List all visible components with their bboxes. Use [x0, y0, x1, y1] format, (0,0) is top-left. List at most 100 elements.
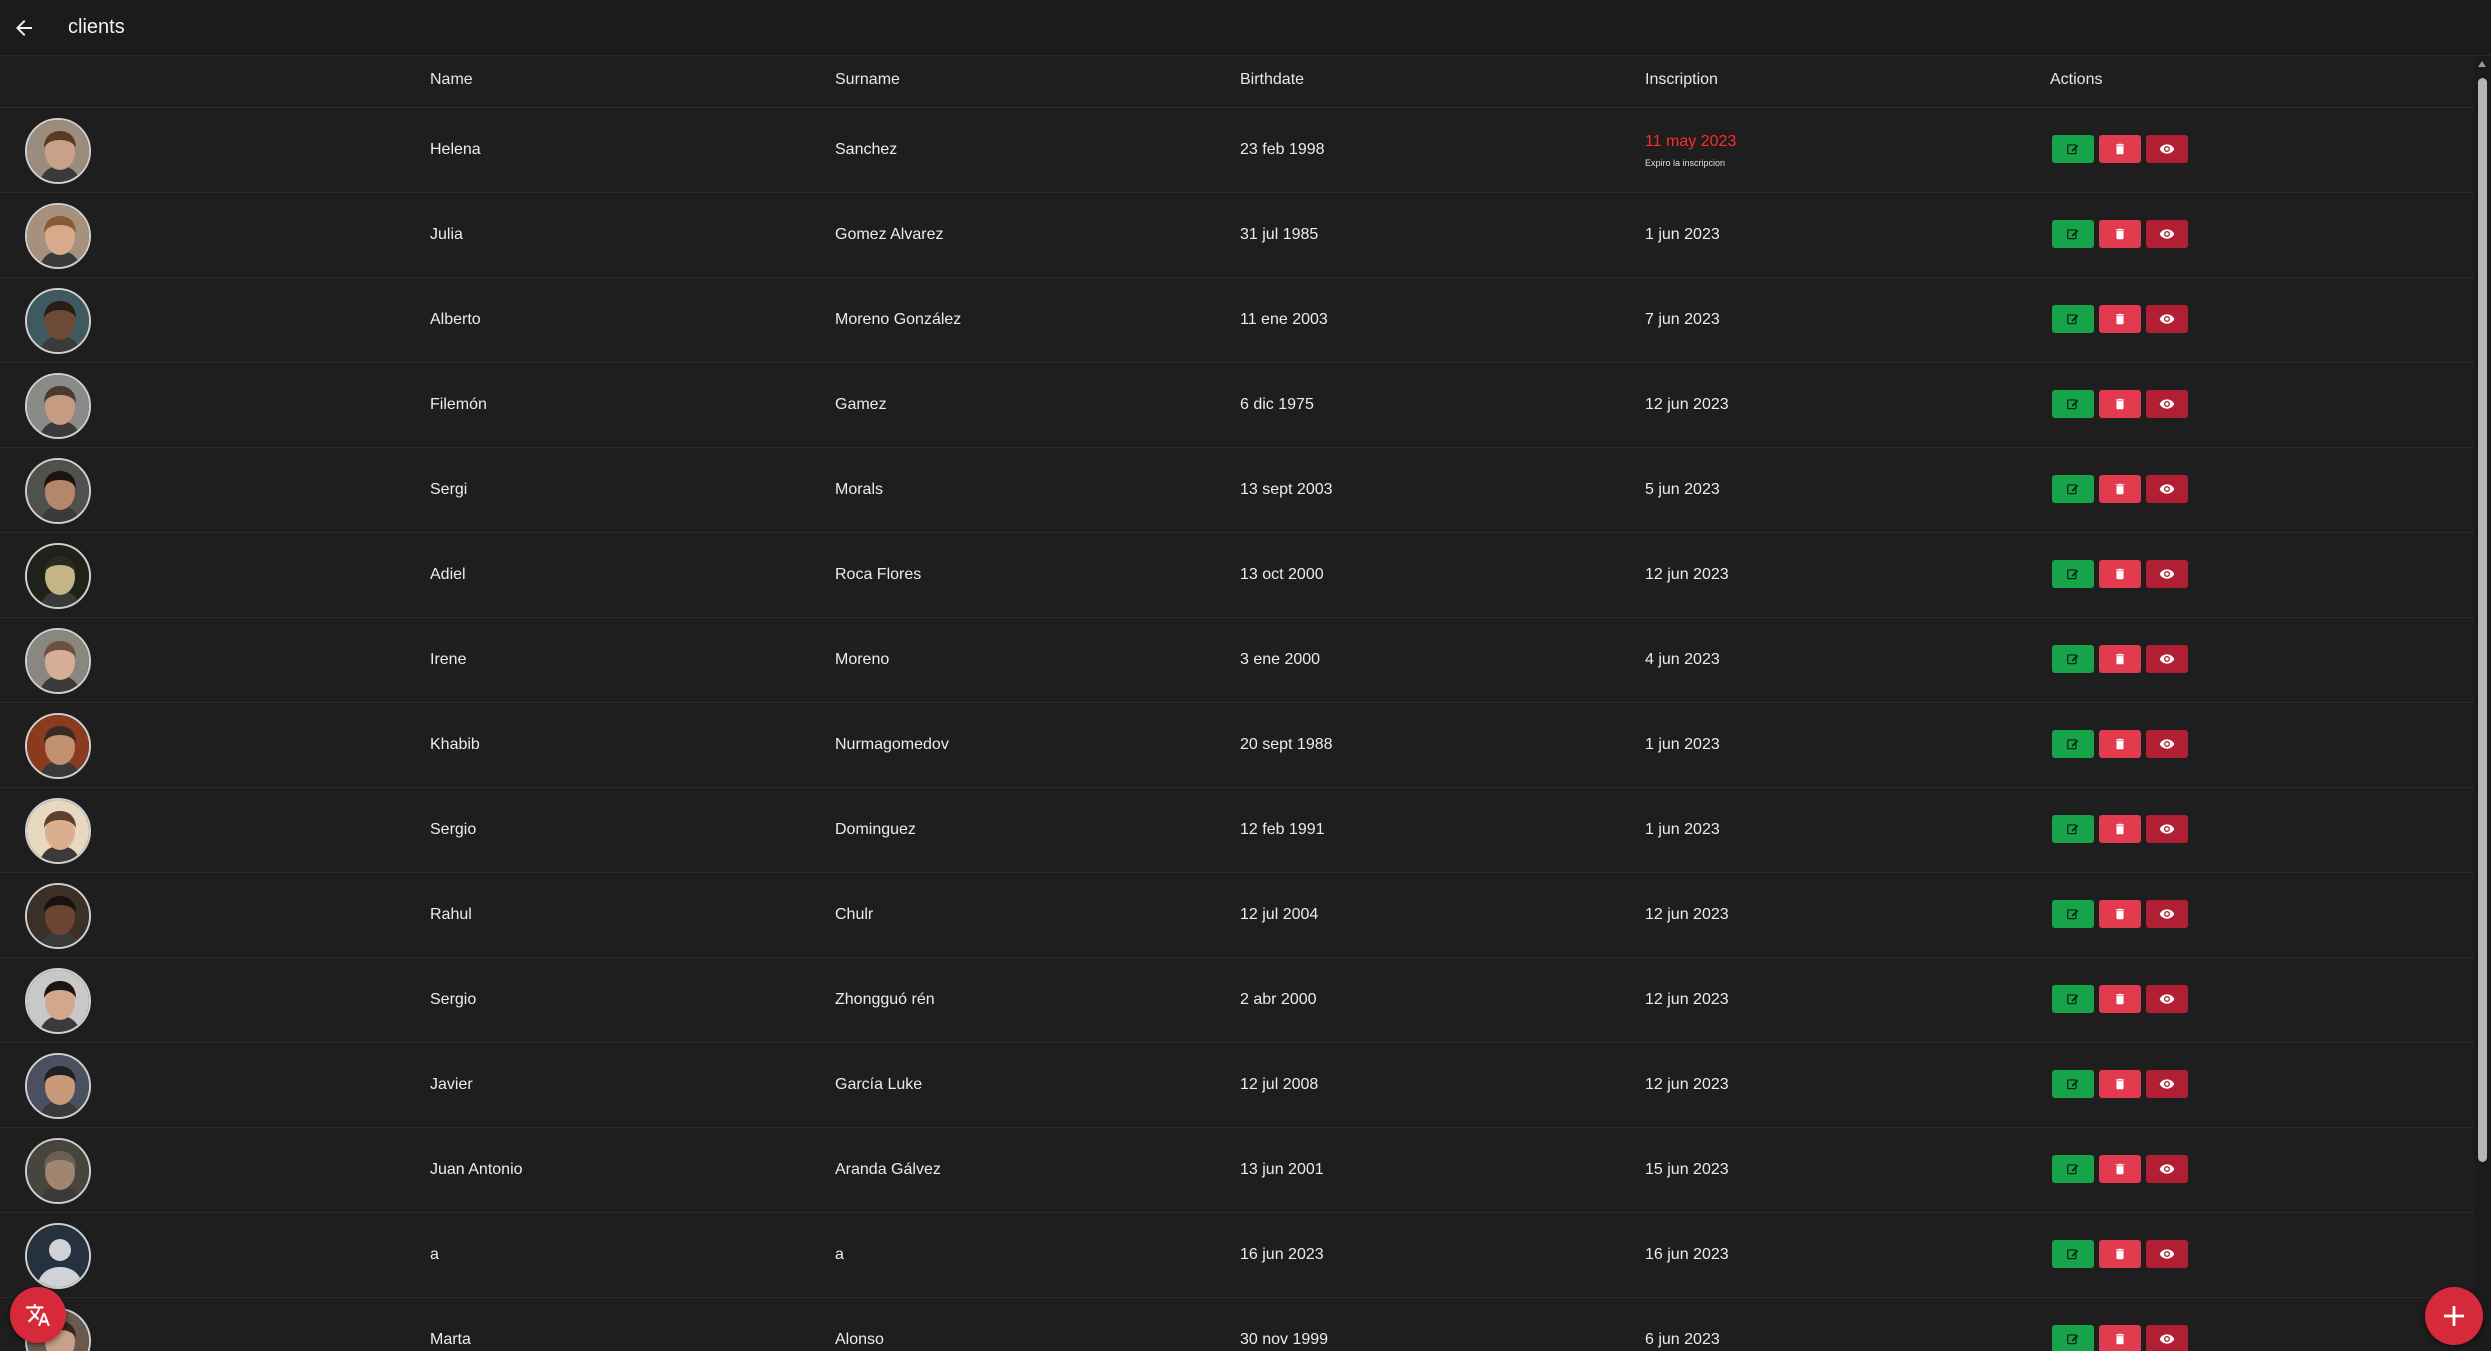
client-name: Sergio: [430, 991, 477, 1008]
delete-button[interactable]: [2099, 730, 2141, 758]
table-row[interactable]: Alberto Moreno González 11 ene 2003 7 jun 2…: [0, 278, 2474, 363]
eye-icon: [2159, 1249, 2175, 1259]
table-row[interactable]: Juan Antonio Aranda Gálvez 13 jun 2001 15 j…: [0, 1128, 2474, 1213]
client-surname: Morals: [835, 481, 884, 498]
edit-button[interactable]: [2052, 475, 2094, 503]
table-row[interactable]: Sergio Zhongguó rén 2 abr 2000 12 jun 2023: [0, 958, 2474, 1043]
client-name: Sergio: [430, 821, 477, 838]
client-name: Julia: [430, 226, 463, 243]
client-birthdate: 12 jul 2004: [1240, 906, 1319, 923]
table-row[interactable]: Sergi Morals 13 sept 2003 5 jun 2023: [0, 448, 2474, 533]
view-button[interactable]: [2146, 815, 2188, 843]
edit-button[interactable]: [2052, 1070, 2094, 1098]
table-row[interactable]: Javier García Luke 12 jul 2008 12 jun 2023: [0, 1043, 2474, 1128]
view-button[interactable]: [2146, 1155, 2188, 1183]
eye-icon: [2159, 909, 2175, 919]
view-button[interactable]: [2146, 1240, 2188, 1268]
edit-icon: [2067, 824, 2079, 835]
client-inscription: 1 jun 2023: [1645, 226, 1720, 243]
view-button[interactable]: [2146, 900, 2188, 928]
view-button[interactable]: [2146, 560, 2188, 588]
delete-button[interactable]: [2099, 1325, 2141, 1351]
view-button[interactable]: [2146, 220, 2188, 248]
edit-button[interactable]: [2052, 730, 2094, 758]
edit-icon: [2067, 314, 2079, 325]
column-header-inscription[interactable]: Inscription: [1645, 71, 1718, 89]
edit-button[interactable]: [2052, 900, 2094, 928]
edit-button[interactable]: [2052, 560, 2094, 588]
scroll-thumb[interactable]: [2478, 78, 2487, 1162]
delete-button[interactable]: [2099, 985, 2141, 1013]
edit-button[interactable]: [2052, 645, 2094, 673]
edit-icon: [2067, 399, 2079, 410]
table-row[interactable]: Adiel Roca Flores 13 oct 2000 12 jun 2023: [0, 533, 2474, 618]
eye-icon: [2159, 994, 2175, 1004]
edit-icon: [2067, 1334, 2079, 1345]
trash-icon: [2115, 993, 2125, 1005]
row-actions: [2052, 390, 2188, 418]
delete-button[interactable]: [2099, 390, 2141, 418]
view-button[interactable]: [2146, 475, 2188, 503]
delete-button[interactable]: [2099, 1240, 2141, 1268]
delete-button[interactable]: [2099, 560, 2141, 588]
column-header-birthdate[interactable]: Birthdate: [1240, 71, 1304, 89]
client-surname: Nurmagomedov: [835, 736, 949, 753]
view-button[interactable]: [2146, 985, 2188, 1013]
table-row[interactable]: Helena Sanchez 23 feb 1998 11 may 2023 Expir…: [0, 108, 2474, 193]
client-name: Helena: [430, 141, 481, 158]
edit-button[interactable]: [2052, 1325, 2094, 1351]
delete-button[interactable]: [2099, 305, 2141, 333]
view-button[interactable]: [2146, 390, 2188, 418]
table-row[interactable]: Sergio Dominguez 12 feb 1991 1 jun 2023: [0, 788, 2474, 873]
edit-button[interactable]: [2052, 1240, 2094, 1268]
client-inscription: 4 jun 2023: [1645, 651, 1720, 668]
client-inscription: 12 jun 2023: [1645, 566, 1729, 583]
view-button[interactable]: [2146, 135, 2188, 163]
language-button[interactable]: [10, 1287, 66, 1343]
edit-button[interactable]: [2052, 305, 2094, 333]
delete-button[interactable]: [2099, 900, 2141, 928]
eye-icon: [2159, 654, 2175, 664]
vertical-scrollbar[interactable]: [2474, 56, 2491, 1351]
table-row[interactable]: Khabib Nurmagomedov 20 sept 1988 1 jun 2023: [0, 703, 2474, 788]
edit-icon: [2067, 484, 2079, 495]
table-row[interactable]: Julia Gomez Alvarez 31 jul 1985 1 jun 2023: [0, 193, 2474, 278]
edit-button[interactable]: [2052, 390, 2094, 418]
delete-button[interactable]: [2099, 1155, 2141, 1183]
delete-button[interactable]: [2099, 220, 2141, 248]
trash-icon: [2115, 1248, 2125, 1260]
column-header-name[interactable]: Name: [430, 71, 473, 89]
table-body: Helena Sanchez 23 feb 1998 11 may 2023 Expir…: [0, 108, 2474, 1351]
table-row[interactable]: Rahul Chulr 12 jul 2004 12 jun 2023: [0, 873, 2474, 958]
table-row[interactable]: Marta Alonso 30 nov 1999 6 jun 2023: [0, 1298, 2474, 1351]
delete-button[interactable]: [2099, 475, 2141, 503]
edit-button[interactable]: [2052, 220, 2094, 248]
page-title: clients: [68, 16, 125, 38]
view-button[interactable]: [2146, 730, 2188, 758]
table-row[interactable]: a a 16 jun 2023 16 jun 2023: [0, 1213, 2474, 1298]
table-row[interactable]: Irene Moreno 3 ene 2000 4 jun 2023: [0, 618, 2474, 703]
delete-button[interactable]: [2099, 1070, 2141, 1098]
scroll-up-arrow-icon[interactable]: [2478, 61, 2486, 67]
edit-button[interactable]: [2052, 135, 2094, 163]
edit-button[interactable]: [2052, 985, 2094, 1013]
row-actions: [2052, 985, 2188, 1013]
delete-button[interactable]: [2099, 645, 2141, 673]
eye-icon: [2159, 314, 2175, 324]
view-button[interactable]: [2146, 1070, 2188, 1098]
client-inscription: 5 jun 2023: [1645, 481, 1720, 498]
delete-button[interactable]: [2099, 135, 2141, 163]
avatar: [25, 713, 91, 779]
view-button[interactable]: [2146, 645, 2188, 673]
translate-icon: [26, 1304, 50, 1326]
edit-button[interactable]: [2052, 1155, 2094, 1183]
add-client-button[interactable]: [2425, 1287, 2483, 1345]
view-button[interactable]: [2146, 305, 2188, 333]
edit-button[interactable]: [2052, 815, 2094, 843]
back-button[interactable]: [2, 6, 46, 50]
delete-button[interactable]: [2099, 815, 2141, 843]
view-button[interactable]: [2146, 1325, 2188, 1351]
client-birthdate: 13 sept 2003: [1240, 481, 1333, 498]
table-row[interactable]: Filemón Gamez 6 dic 1975 12 jun 2023: [0, 363, 2474, 448]
column-header-surname[interactable]: Surname: [835, 71, 900, 89]
